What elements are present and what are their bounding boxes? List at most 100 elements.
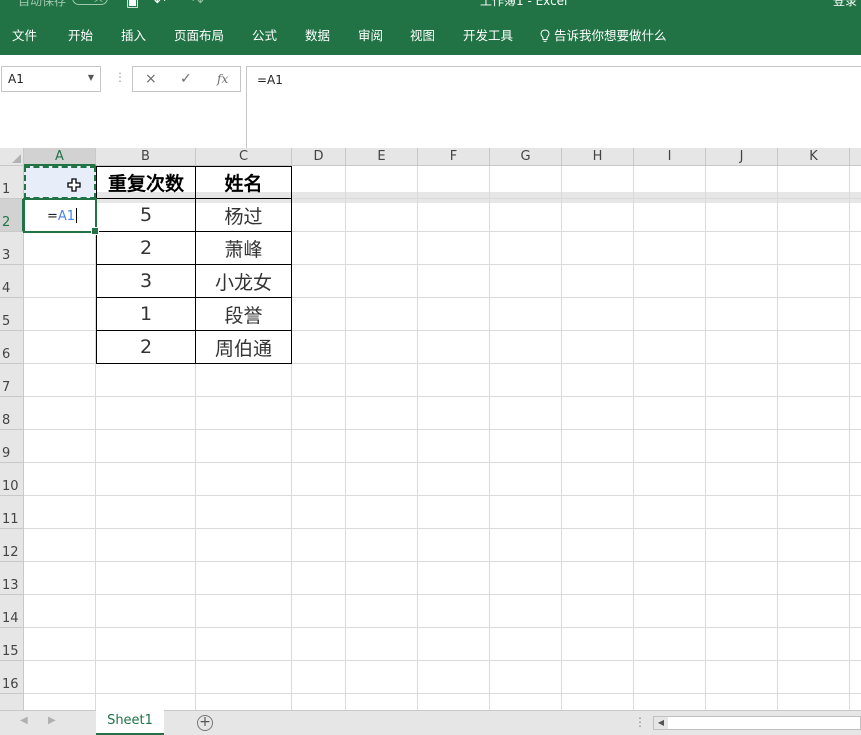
cell[interactable]: [292, 694, 346, 710]
scroll-left-icon[interactable]: ◀: [654, 717, 668, 729]
cell-b1[interactable]: 重复次数: [96, 166, 196, 199]
cell[interactable]: [418, 529, 490, 562]
cell[interactable]: [778, 463, 850, 496]
cell[interactable]: [346, 298, 418, 331]
cell[interactable]: [292, 232, 346, 265]
cell[interactable]: [706, 628, 778, 661]
cell[interactable]: [490, 331, 562, 364]
cell[interactable]: [96, 694, 196, 710]
cell[interactable]: [634, 199, 706, 232]
cell[interactable]: [96, 529, 196, 562]
cell[interactable]: [706, 661, 778, 694]
cell[interactable]: [96, 496, 196, 529]
column-header-a[interactable]: A: [24, 148, 96, 166]
undo-icon[interactable]: ↶: [154, 0, 166, 10]
add-sheet-icon[interactable]: +: [197, 715, 213, 731]
cell[interactable]: [490, 364, 562, 397]
prev-sheet-icon[interactable]: ◀: [20, 715, 28, 726]
cell[interactable]: [196, 595, 292, 628]
tab-formulas[interactable]: 公式: [252, 25, 277, 44]
cell[interactable]: [346, 661, 418, 694]
cell[interactable]: [24, 232, 96, 265]
cell[interactable]: [196, 628, 292, 661]
cell[interactable]: [96, 628, 196, 661]
cell[interactable]: [24, 661, 96, 694]
row-header-10[interactable]: 10: [0, 463, 24, 496]
tab-file[interactable]: 文件: [12, 25, 37, 44]
cell[interactable]: [706, 463, 778, 496]
cell[interactable]: [24, 463, 96, 496]
next-sheet-icon[interactable]: ▶: [48, 715, 56, 726]
row-header-3[interactable]: 3: [0, 232, 24, 265]
cell[interactable]: [706, 496, 778, 529]
cell[interactable]: [418, 166, 490, 199]
cell[interactable]: [490, 298, 562, 331]
autosave-toggle[interactable]: 关: [72, 0, 108, 5]
column-header-d[interactable]: D: [292, 148, 346, 166]
cell[interactable]: [562, 397, 634, 430]
cell[interactable]: [346, 397, 418, 430]
cell[interactable]: [490, 265, 562, 298]
cell[interactable]: [96, 595, 196, 628]
cell[interactable]: [418, 364, 490, 397]
cell[interactable]: [634, 496, 706, 529]
cell[interactable]: [292, 628, 346, 661]
cell[interactable]: [706, 232, 778, 265]
cell-c6[interactable]: 周伯通: [196, 331, 292, 364]
cell[interactable]: [562, 298, 634, 331]
formula-input[interactable]: =A1: [246, 66, 861, 148]
row-header-4[interactable]: 4: [0, 265, 24, 298]
cell[interactable]: [346, 232, 418, 265]
cell[interactable]: [634, 529, 706, 562]
cell[interactable]: [778, 595, 850, 628]
cell[interactable]: [96, 397, 196, 430]
cell[interactable]: [196, 397, 292, 430]
cell[interactable]: [24, 331, 96, 364]
cell[interactable]: [634, 562, 706, 595]
column-header-h[interactable]: H: [562, 148, 634, 166]
cell[interactable]: [562, 199, 634, 232]
cell-a1[interactable]: [24, 166, 96, 199]
row-header-15[interactable]: 15: [0, 628, 24, 661]
row-header-1[interactable]: 1: [0, 166, 24, 199]
cell[interactable]: [562, 628, 634, 661]
cell[interactable]: [346, 529, 418, 562]
tab-insert[interactable]: 插入: [121, 25, 146, 44]
cell[interactable]: [850, 265, 861, 298]
cell-c5[interactable]: 段誉: [196, 298, 292, 331]
cell[interactable]: [634, 430, 706, 463]
cell[interactable]: [346, 364, 418, 397]
cell[interactable]: [778, 496, 850, 529]
cell[interactable]: [196, 694, 292, 710]
cell[interactable]: [706, 364, 778, 397]
cell[interactable]: [292, 166, 346, 199]
cell[interactable]: [562, 232, 634, 265]
cell[interactable]: [634, 298, 706, 331]
cell-b4[interactable]: 3: [96, 265, 196, 298]
cell[interactable]: [850, 166, 861, 199]
cell[interactable]: [346, 331, 418, 364]
cell[interactable]: [292, 496, 346, 529]
cell[interactable]: [490, 463, 562, 496]
cell[interactable]: [292, 595, 346, 628]
cell[interactable]: [634, 331, 706, 364]
row-header-16[interactable]: 16: [0, 661, 24, 694]
cell[interactable]: [292, 529, 346, 562]
cell[interactable]: [24, 397, 96, 430]
cell[interactable]: [562, 430, 634, 463]
row-header-11[interactable]: 11: [0, 496, 24, 529]
save-icon[interactable]: ▣: [126, 0, 139, 10]
cell[interactable]: [418, 628, 490, 661]
row-header-13[interactable]: 13: [0, 562, 24, 595]
cell[interactable]: [346, 199, 418, 232]
cell[interactable]: [850, 595, 861, 628]
cell[interactable]: [634, 265, 706, 298]
cell[interactable]: [490, 595, 562, 628]
cell[interactable]: [850, 529, 861, 562]
cell-c1[interactable]: 姓名: [196, 166, 292, 199]
cell[interactable]: [418, 199, 490, 232]
cell[interactable]: [418, 430, 490, 463]
cell[interactable]: [778, 661, 850, 694]
cell[interactable]: [850, 661, 861, 694]
cell[interactable]: [778, 529, 850, 562]
